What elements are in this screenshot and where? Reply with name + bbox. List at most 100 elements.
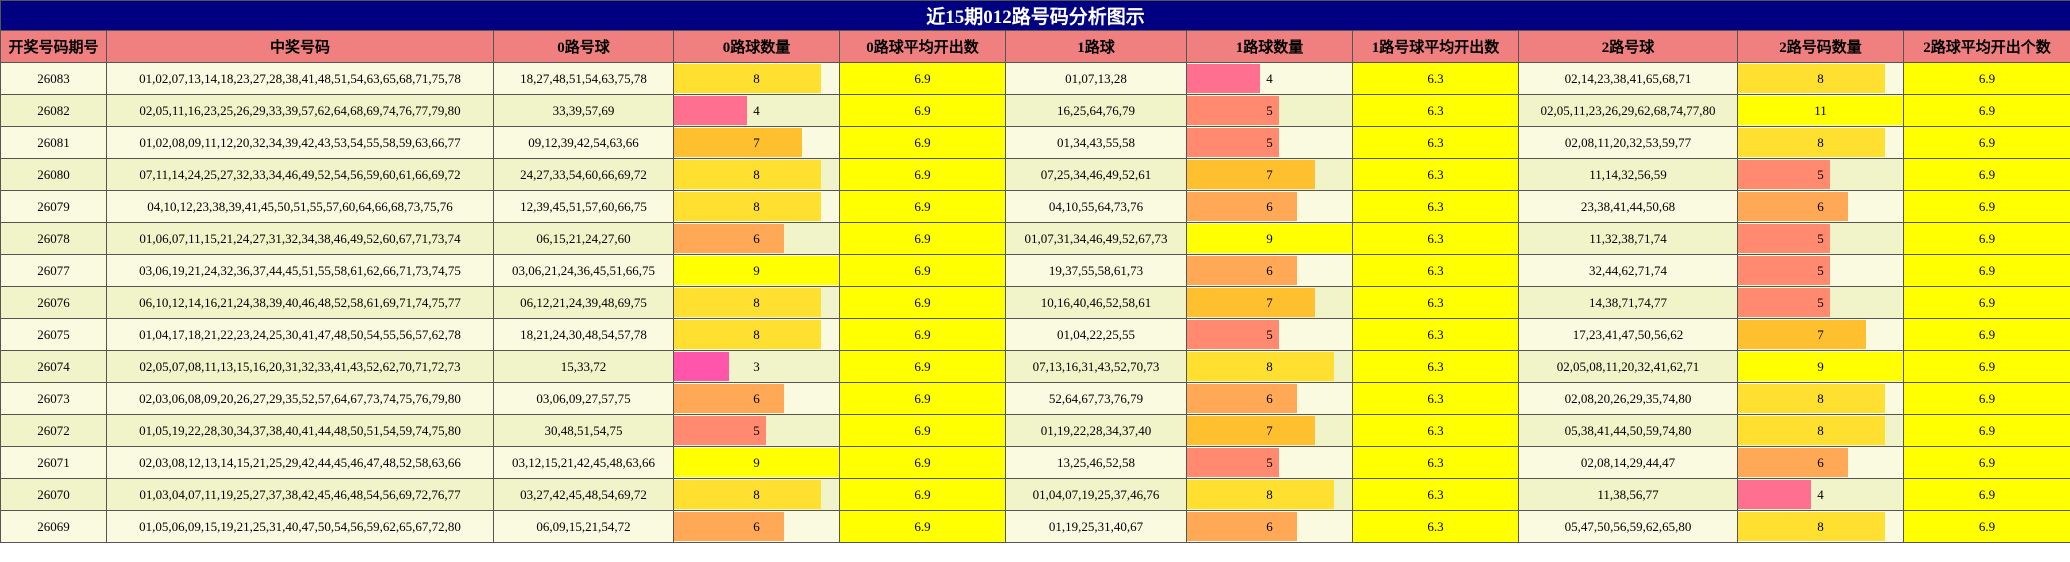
cell-route0-avg: 6.9 xyxy=(839,222,1006,255)
cell-route1-avg: 6.3 xyxy=(1352,382,1519,415)
count-value: 8 xyxy=(753,166,760,182)
cell-route1-count: 7 xyxy=(1186,414,1353,447)
cell-route2-balls: 02,08,14,29,44,47 xyxy=(1518,446,1738,479)
cell-route2-count: 5 xyxy=(1737,286,1904,319)
cell-route2-balls: 14,38,71,74,77 xyxy=(1518,286,1738,319)
cell-route2-balls: 05,47,50,56,59,62,65,80 xyxy=(1518,510,1738,543)
cell-route1-avg: 6.3 xyxy=(1352,478,1519,511)
cell-route1-count: 6 xyxy=(1186,254,1353,287)
cell-route0-avg: 6.9 xyxy=(839,158,1006,191)
cell-period: 26069 xyxy=(0,510,107,543)
cell-route2-count: 8 xyxy=(1737,126,1904,159)
cell-route0-balls: 15,33,72 xyxy=(493,350,674,383)
cell-route1-count: 5 xyxy=(1186,94,1353,127)
count-value: 7 xyxy=(753,134,760,150)
cell-route1-avg: 6.3 xyxy=(1352,190,1519,223)
cell-route1-balls: 10,16,40,46,52,58,61 xyxy=(1005,286,1187,319)
cell-route0-balls: 18,21,24,30,48,54,57,78 xyxy=(493,318,674,351)
count-value: 5 xyxy=(1817,166,1824,182)
count-value: 6 xyxy=(753,390,760,406)
cell-route0-avg: 6.9 xyxy=(839,350,1006,383)
cell-route2-avg: 6.9 xyxy=(1902,158,2070,191)
cell-route1-count: 7 xyxy=(1186,158,1353,191)
cell-winning-numbers: 07,11,14,24,25,27,32,33,34,46,49,52,54,5… xyxy=(106,158,494,191)
cell-route0-balls: 18,27,48,51,54,63,75,78 xyxy=(493,62,674,95)
count-value: 9 xyxy=(753,262,760,278)
cell-route0-avg: 6.9 xyxy=(839,382,1006,415)
table-row: 26081 01,02,08,09,11,12,20,32,34,39,42,43… xyxy=(0,126,2070,159)
cell-period: 26075 xyxy=(0,318,107,351)
cell-winning-numbers: 02,05,11,16,23,25,26,29,33,39,57,62,64,6… xyxy=(106,94,494,127)
cell-route0-balls: 06,12,21,24,39,48,69,75 xyxy=(493,286,674,319)
table-row: 26080 07,11,14,24,25,27,32,33,34,46,49,52… xyxy=(0,158,2070,191)
cell-route2-avg: 6.9 xyxy=(1902,318,2070,351)
cell-route1-avg: 6.3 xyxy=(1352,350,1519,383)
cell-route2-avg: 6.9 xyxy=(1902,254,2070,287)
cell-route2-avg: 6.9 xyxy=(1902,478,2070,511)
count-value: 5 xyxy=(1266,134,1273,150)
cell-route2-count: 8 xyxy=(1737,510,1904,543)
count-value: 5 xyxy=(753,422,760,438)
table-row: 26076 06,10,12,14,16,21,24,38,39,40,46,48… xyxy=(0,286,2070,319)
count-value: 3 xyxy=(753,358,760,374)
count-value: 6 xyxy=(1266,518,1273,534)
header-numbers: 中奖号码 xyxy=(106,30,494,63)
cell-route1-count: 5 xyxy=(1186,446,1353,479)
cell-route1-count: 6 xyxy=(1186,382,1353,415)
cell-route0-count: 6 xyxy=(673,382,840,415)
cell-route1-avg: 6.3 xyxy=(1352,414,1519,447)
cell-route2-balls: 11,32,38,71,74 xyxy=(1518,222,1738,255)
count-value: 8 xyxy=(1817,422,1824,438)
count-value: 6 xyxy=(1266,262,1273,278)
cell-route2-avg: 6.9 xyxy=(1902,222,2070,255)
cell-route0-count: 7 xyxy=(673,126,840,159)
cell-route2-balls: 11,38,56,77 xyxy=(1518,478,1738,511)
cell-route1-count: 7 xyxy=(1186,286,1353,319)
cell-route0-count: 5 xyxy=(673,414,840,447)
count-value: 9 xyxy=(753,454,760,470)
count-value: 4 xyxy=(1817,486,1824,502)
cell-period: 26076 xyxy=(0,286,107,319)
cell-route1-count: 8 xyxy=(1186,478,1353,511)
cell-winning-numbers: 01,02,07,13,14,18,23,27,28,38,41,48,51,5… xyxy=(106,62,494,95)
cell-route0-count: 8 xyxy=(673,318,840,351)
cell-route0-balls: 09,12,39,42,54,63,66 xyxy=(493,126,674,159)
cell-period: 26073 xyxy=(0,382,107,415)
count-value: 7 xyxy=(1266,166,1273,182)
cell-route1-count: 6 xyxy=(1186,190,1353,223)
cell-route1-avg: 6.3 xyxy=(1352,286,1519,319)
cell-route2-avg: 6.9 xyxy=(1902,350,2070,383)
cell-route0-balls: 12,39,45,51,57,60,66,75 xyxy=(493,190,674,223)
cell-winning-numbers: 01,04,17,18,21,22,23,24,25,30,41,47,48,5… xyxy=(106,318,494,351)
cell-route2-count: 7 xyxy=(1737,318,1904,351)
header-route0-avg: 0路球平均开出数 xyxy=(839,30,1006,63)
cell-route2-avg: 6.9 xyxy=(1902,126,2070,159)
cell-route1-balls: 04,10,55,64,73,76 xyxy=(1005,190,1187,223)
cell-route1-avg: 6.3 xyxy=(1352,222,1519,255)
cell-route1-count: 8 xyxy=(1186,350,1353,383)
count-value: 7 xyxy=(1817,326,1824,342)
cell-route2-balls: 11,14,32,56,59 xyxy=(1518,158,1738,191)
count-value: 9 xyxy=(1817,358,1824,374)
count-value: 4 xyxy=(753,102,760,118)
analysis-table: 近15期012路号码分析图示 开奖号码期号 中奖号码 0路号球 0路球数量 0路… xyxy=(0,0,2070,543)
cell-route0-balls: 30,48,51,54,75 xyxy=(493,414,674,447)
cell-route0-count: 8 xyxy=(673,286,840,319)
cell-route0-balls: 03,06,09,27,57,75 xyxy=(493,382,674,415)
cell-winning-numbers: 06,10,12,14,16,21,24,38,39,40,46,48,52,5… xyxy=(106,286,494,319)
cell-route2-balls: 05,38,41,44,50,59,74,80 xyxy=(1518,414,1738,447)
cell-route2-count: 8 xyxy=(1737,382,1904,415)
cell-route1-avg: 6.3 xyxy=(1352,94,1519,127)
count-value: 6 xyxy=(753,230,760,246)
cell-route2-avg: 6.9 xyxy=(1902,94,2070,127)
cell-period: 26078 xyxy=(0,222,107,255)
cell-route0-count: 6 xyxy=(673,222,840,255)
count-value: 6 xyxy=(1817,198,1824,214)
header-row: 开奖号码期号 中奖号码 0路号球 0路球数量 0路球平均开出数 1路球 1路球数… xyxy=(0,30,2070,63)
table-row: 26079 04,10,12,23,38,39,41,45,50,51,55,57… xyxy=(0,190,2070,223)
count-value: 8 xyxy=(753,486,760,502)
cell-period: 26072 xyxy=(0,414,107,447)
header-route1-count: 1路球数量 xyxy=(1186,30,1353,63)
cell-route0-avg: 6.9 xyxy=(839,478,1006,511)
cell-route0-avg: 6.9 xyxy=(839,126,1006,159)
